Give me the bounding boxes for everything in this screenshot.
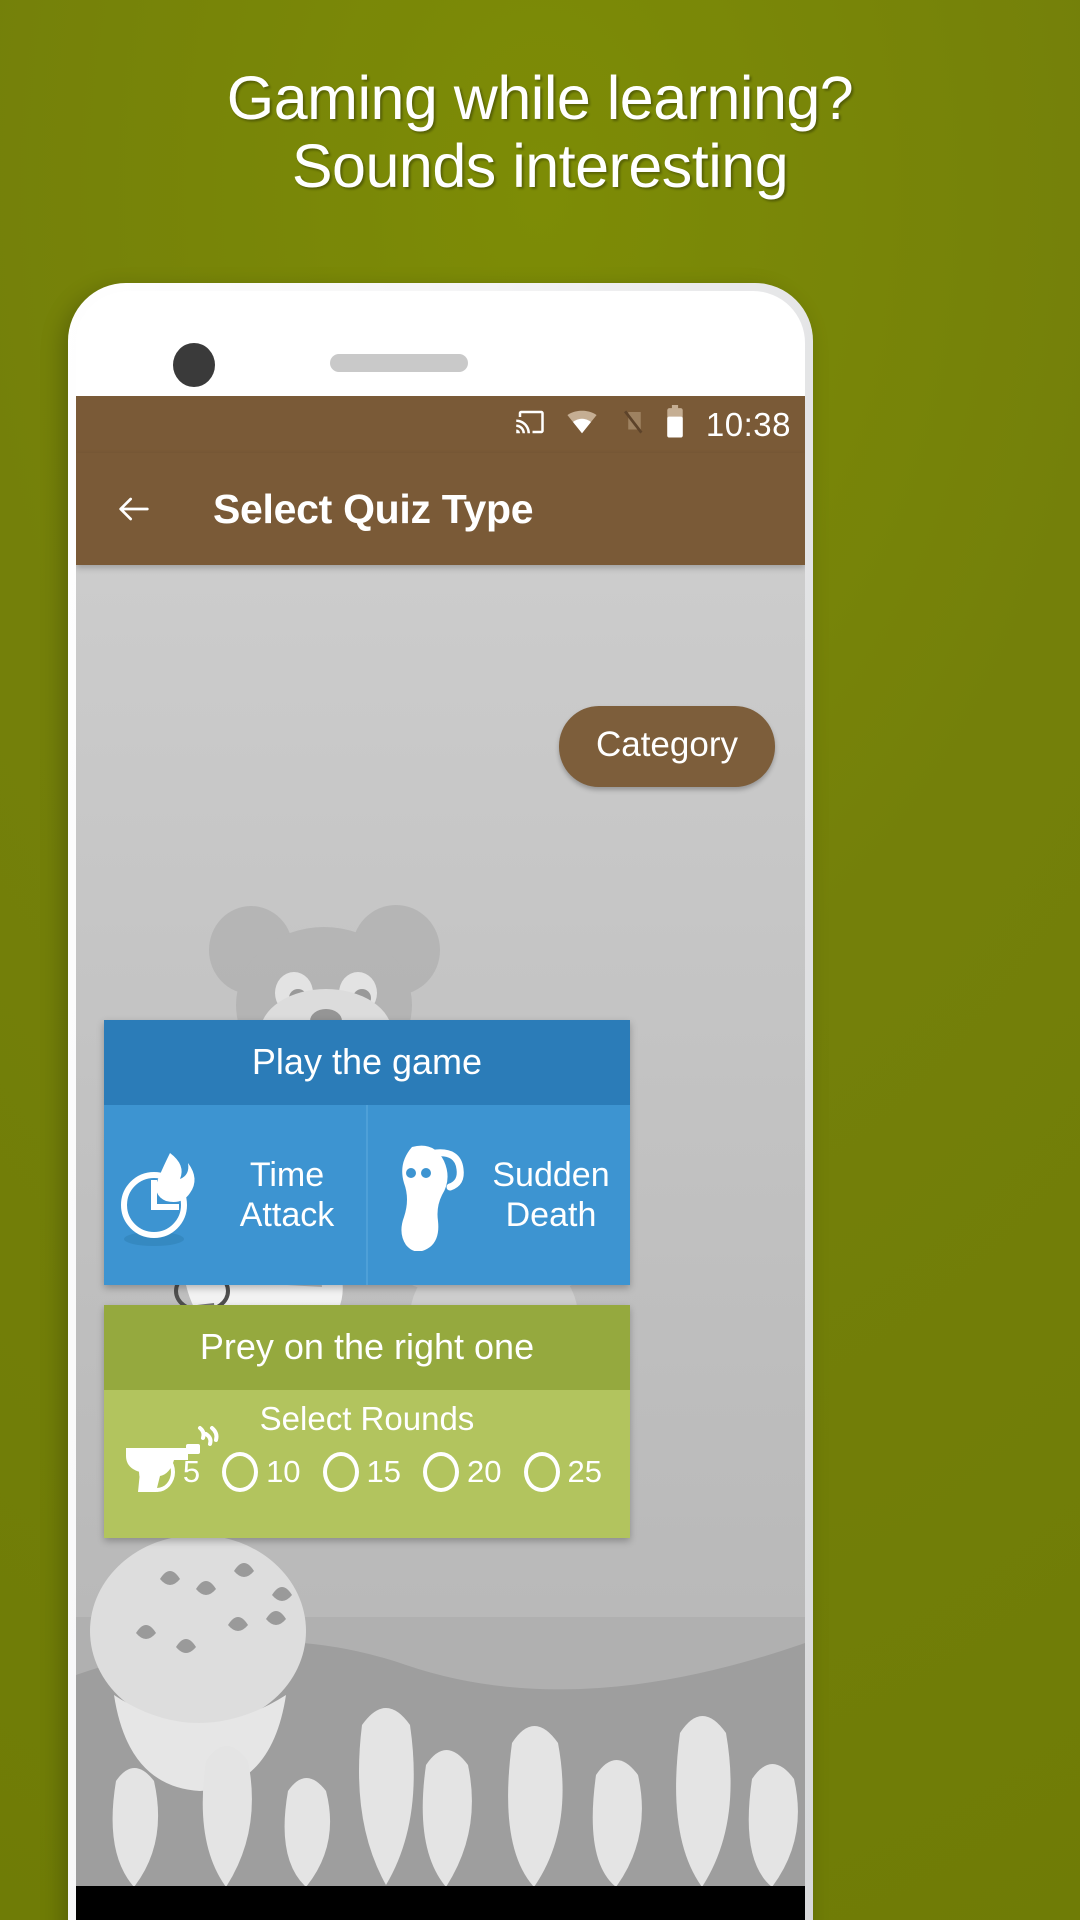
screen-content: Category Play the game Time Attack Sudde…	[76, 565, 805, 1886]
app-bar: Select Quiz Type	[76, 453, 805, 565]
round-option-15-label: 15	[366, 1454, 402, 1489]
phone-screen-area: 10:38 Select Quiz Type Category Play the…	[76, 291, 805, 1920]
pistol-icon	[118, 1422, 222, 1494]
status-bar: 10:38	[76, 396, 805, 453]
round-option-25[interactable]: 25	[523, 1452, 602, 1492]
page-title: Select Quiz Type	[213, 485, 534, 532]
prey-card-header: Prey on the right one	[104, 1305, 630, 1390]
clock-flame-icon	[104, 1143, 216, 1247]
status-bar-clock: 10:38	[705, 405, 791, 443]
grim-reaper-icon	[368, 1139, 480, 1251]
round-option-10[interactable]: 10	[222, 1452, 301, 1492]
round-option-20[interactable]: 20	[423, 1452, 502, 1492]
battery-icon	[664, 405, 686, 444]
category-button[interactable]: Category	[558, 706, 775, 787]
earpiece-speaker	[330, 354, 468, 372]
time-attack-label: Time Attack	[239, 1155, 335, 1234]
time-attack-option[interactable]: Time Attack	[104, 1105, 366, 1285]
prey-on-the-right-one-card: Prey on the right one Select Rounds 5 10…	[104, 1305, 630, 1538]
play-the-game-card: Play the game Time Attack Sudden Death	[104, 1020, 630, 1285]
round-option-25-label: 25	[567, 1454, 602, 1489]
wifi-icon	[564, 407, 600, 442]
round-option-15[interactable]: 15	[322, 1452, 402, 1492]
arrow-back-icon[interactable]	[110, 485, 158, 533]
prey-card-body: Select Rounds 5 10 15 20 25	[104, 1390, 630, 1538]
status-bar-icons	[512, 405, 686, 444]
radio-button-icon[interactable]	[423, 1452, 460, 1492]
sudden-death-option[interactable]: Sudden Death	[366, 1105, 630, 1285]
promo-screenshot-stage: Gaming while learning? Sounds interestin…	[0, 0, 1080, 1920]
front-camera-icon	[173, 343, 215, 387]
cast-icon	[512, 407, 548, 442]
play-card-body: Time Attack Sudden Death	[104, 1105, 630, 1285]
radio-button-icon[interactable]	[222, 1452, 259, 1492]
radio-button-icon[interactable]	[322, 1452, 359, 1492]
phone-device-frame: 10:38 Select Quiz Type Category Play the…	[68, 283, 813, 1920]
play-card-header: Play the game	[104, 1020, 630, 1105]
promo-headline: Gaming while learning? Sounds interestin…	[226, 64, 854, 201]
radio-button-icon[interactable]	[523, 1452, 560, 1492]
app-screen: 10:38 Select Quiz Type Category Play the…	[76, 396, 805, 1886]
sudden-death-label: Sudden Death	[492, 1155, 610, 1234]
round-option-10-label: 10	[266, 1454, 301, 1489]
navigation-bar-strip	[76, 1886, 805, 1920]
signal-off-icon	[616, 407, 648, 442]
round-option-20-label: 20	[467, 1454, 502, 1489]
